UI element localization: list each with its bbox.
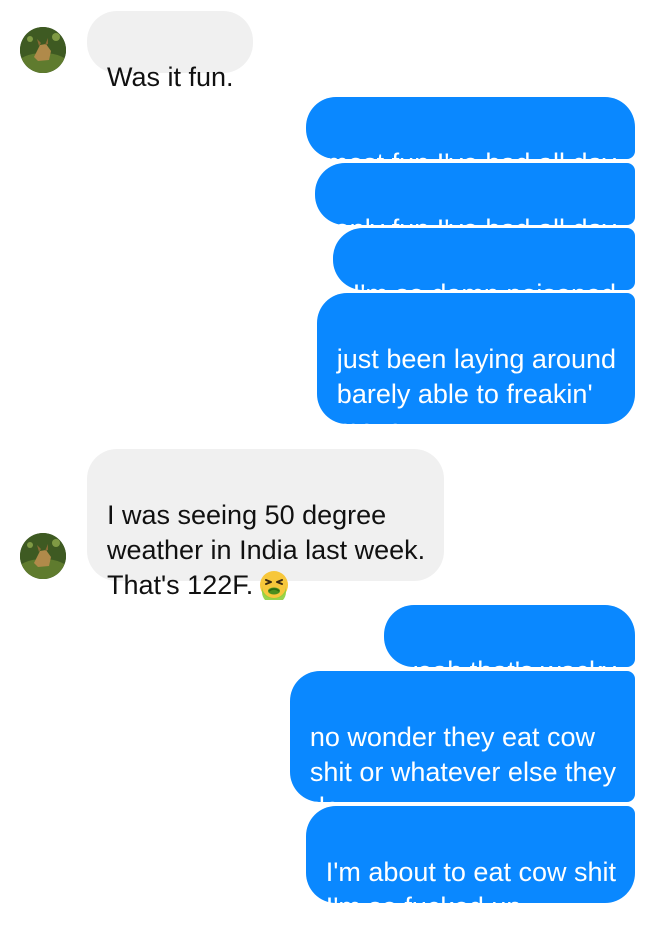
message-text: just been laying around barely able to f… [336, 344, 616, 444]
contact-avatar-icon[interactable] [20, 27, 66, 73]
outgoing-message-bubble[interactable]: I'm so damn poisoned [332, 228, 635, 309]
message-text: Was it fun. [107, 62, 234, 92]
incoming-message-bubble[interactable]: Was it fun. [87, 11, 253, 92]
outgoing-message-bubble[interactable]: yeah that's wacky [383, 605, 635, 686]
outgoing-message-bubble[interactable]: just been laying around barely able to f… [316, 293, 635, 444]
incoming-message-bubble[interactable]: I was seeing 50 degree weather in India … [87, 449, 445, 604]
nauseated-face-icon [259, 570, 289, 604]
contact-avatar-icon[interactable] [20, 533, 66, 579]
outgoing-message-bubble[interactable]: no wonder they eat cow shit or whatever … [289, 671, 635, 822]
outgoing-message-bubble[interactable]: only fun I've had all day [314, 163, 635, 244]
outgoing-message-bubble[interactable]: most fun I've had all day [305, 97, 635, 178]
message-text: I'm about to eat cow shit I'm so fucked … [325, 857, 616, 922]
outgoing-message-bubble[interactable]: I'm about to eat cow shit I'm so fucked … [305, 806, 635, 922]
